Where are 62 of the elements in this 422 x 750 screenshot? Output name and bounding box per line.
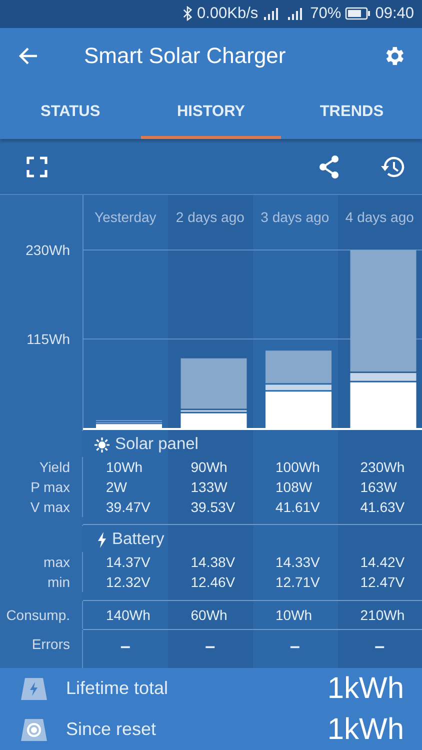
table-cell-text: 60Wh xyxy=(190,606,228,625)
axis-label: 115Wh xyxy=(26,330,70,347)
table-cell-text: 41.63V xyxy=(359,498,406,517)
screen-title: Smart Solar Charger xyxy=(84,43,287,70)
row-label: V max xyxy=(0,497,83,517)
day-label: 2 days ago xyxy=(176,209,244,225)
table-cell-text: – xyxy=(119,635,132,658)
row-label: max xyxy=(0,552,83,572)
table-cell-text: 12.71V xyxy=(274,573,321,592)
table-cell-text: 140Wh xyxy=(105,606,152,625)
row-label: Yield xyxy=(0,457,83,477)
fullscreen-icon[interactable] xyxy=(26,156,48,178)
table-cell-text: 14.37V xyxy=(105,553,152,572)
clock: 09:40 xyxy=(375,4,414,23)
battery-percent: 70% xyxy=(310,4,342,23)
table-cell-text: 90Wh xyxy=(190,458,228,477)
section-heading: Battery xyxy=(83,525,164,552)
table-cell-text: 12.32V xyxy=(105,573,152,592)
share-icon[interactable] xyxy=(318,154,340,179)
axis-label: 230Wh xyxy=(26,242,70,258)
table-cell-text: 41.61V xyxy=(274,498,321,517)
table-cell-text: 12.47V xyxy=(359,573,406,592)
table-cell-text: 2W xyxy=(105,478,128,497)
lightning-icon xyxy=(97,532,107,548)
day-label: 3 days ago xyxy=(260,209,330,225)
total-label: Since reset xyxy=(66,719,158,740)
total-label: Lifetime total xyxy=(66,678,170,699)
history-icon[interactable] xyxy=(380,154,406,179)
day-label: Yesterday xyxy=(94,209,156,225)
table-cell-text: 10Wh xyxy=(274,606,314,625)
total-value: 1kWh xyxy=(327,712,404,746)
table-cell-text: – xyxy=(374,635,386,658)
table-cell-text: 210Wh xyxy=(359,606,406,625)
network-speed: 0.00Kb/s xyxy=(196,4,258,23)
table-cell-text: 230Wh xyxy=(359,458,406,477)
row-label: Consump. xyxy=(0,601,83,629)
table-cell-text: 14.38V xyxy=(190,553,236,572)
sun-icon xyxy=(94,436,110,452)
table-cell-text: 163W xyxy=(359,478,398,497)
table-cell-text: 14.42V xyxy=(359,553,406,572)
table-cell-text: – xyxy=(204,635,216,658)
battery-icon xyxy=(345,7,372,20)
table-cell-text: 10Wh xyxy=(105,458,144,477)
table-cell-text: 108W xyxy=(274,478,314,497)
table-cell-text: 12.46V xyxy=(190,573,236,592)
bluetooth-icon xyxy=(182,6,193,22)
table-cell-text: 39.53V xyxy=(190,498,236,517)
day-label: 4 days ago xyxy=(345,209,414,225)
table-cell-text: 14.33V xyxy=(274,553,321,572)
tab[interactable]: TRENDS xyxy=(281,84,422,140)
total-value: 1kWh xyxy=(327,672,404,706)
tab[interactable]: STATUS xyxy=(0,84,141,140)
table-cell-text: 39.47V xyxy=(105,498,152,517)
badge-icon xyxy=(20,676,48,700)
back-arrow-icon[interactable] xyxy=(18,47,38,66)
table-cell-text: – xyxy=(288,635,301,658)
row-label: P max xyxy=(0,477,83,497)
section-heading: Solar panel xyxy=(83,430,198,457)
table-cell-text: 100Wh xyxy=(274,458,321,477)
badge-icon xyxy=(20,718,48,742)
row-label: min xyxy=(0,572,83,592)
table-cell-text: 133W xyxy=(190,478,228,497)
